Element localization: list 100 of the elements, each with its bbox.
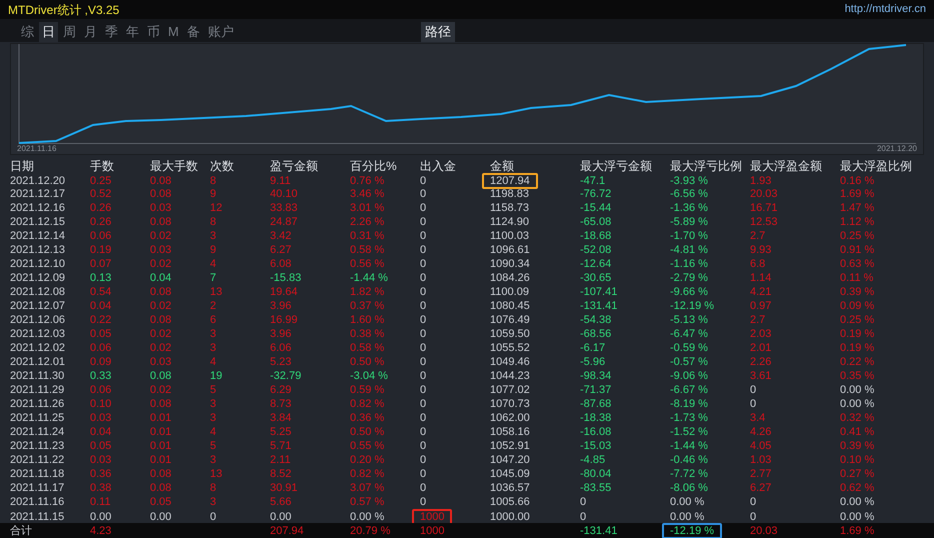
table-cell: 0.01 [150,454,172,466]
table-cell: 9 [210,244,216,256]
table-cell: 0 [420,230,426,242]
table-cell: 0 [420,216,426,228]
table-cell: 0.25 % [840,314,874,326]
table-cell: 0 [420,356,426,368]
table-cell: 2021.12.20 [10,175,66,187]
column-header: 盈亏金额 [270,160,319,172]
table-cell: 0.09 [90,356,112,368]
table-cell: 2021.11.30 [10,370,64,382]
table-cell: 0.38 % [350,328,384,340]
table-cell: 0.02 [150,328,172,340]
table-cell: 3.07 % [350,482,384,494]
table-cell: -98.34 [580,370,612,382]
table-cell: 2.01 [750,342,772,354]
table-cell: 1.69 % [840,188,874,200]
table-cell: 0.36 [90,468,112,480]
table-cell: 0.59 % [350,384,384,396]
table-cell: 1096.61 [490,244,530,256]
table-cell: 0.50 % [350,356,384,368]
table-cell: 0.58 % [350,342,384,354]
period-tab[interactable]: 月 [81,22,100,42]
table-cell: 0.20 % [350,454,384,466]
table-cell: 0.00 % [840,511,874,523]
table-cell: 2021.12.01 [10,356,66,368]
table-cell: -131.41 [580,300,618,312]
table-cell: 0.19 [90,244,112,256]
period-tab[interactable]: 年 [123,22,142,42]
table-cell: -68.56 [580,328,612,340]
table-cell: 4.05 [750,440,772,452]
table-cell: -1.16 % [670,258,708,270]
period-tab[interactable]: 综 [18,22,37,42]
table-cell: 2021.12.10 [10,258,66,270]
table-cell: -2.79 % [670,272,708,284]
table-cell: 0.01 [150,440,172,452]
table-cell: -6.17 [580,342,606,354]
table-cell: -5.96 [580,356,606,368]
table-cell: 0.32 % [840,412,874,424]
table-cell: -12.19 % [662,523,722,538]
period-tab[interactable]: 备 [184,22,203,42]
table-cell: 1.82 % [350,286,384,298]
table-cell: -8.06 % [670,482,708,494]
table-cell: 0.11 [90,496,111,508]
table-cell: 2.26 % [350,216,384,228]
table-cell: 8 [210,482,216,494]
column-header: 百分比% [350,160,398,172]
table-cell: 0.04 [90,426,112,438]
table-cell: 0.82 % [350,398,384,410]
period-tab[interactable]: 日 [39,22,58,42]
table-cell: 0.22 [90,314,112,326]
period-tab[interactable]: 季 [102,22,121,42]
table-cell: 2021.12.13 [10,244,66,256]
table-cell: -47.1 [580,175,606,187]
table-cell: 0.11 % [840,272,874,284]
view-tab[interactable]: 路径 [420,22,455,42]
table-cell: 0.50 % [350,426,384,438]
table-cell: 2.11 [270,454,291,466]
table-cell: -15.83 [270,272,302,284]
period-tab[interactable]: 币 [144,22,163,42]
table-cell: 5.71 [270,440,292,452]
table-cell: 3 [210,412,216,424]
column-header: 手数 [90,160,115,172]
table-cell: 20.03 [750,525,778,537]
table-cell: -15.44 [580,202,612,214]
table-cell: 0.57 % [350,496,384,508]
table-cell: 0.33 [90,370,112,382]
table-cell: -16.08 [580,426,612,438]
table-cell: 3.42 [270,230,292,242]
website-link[interactable]: http://mtdriver.cn [844,1,926,18]
table-cell: 0.08 [150,216,172,228]
table-cell: 0.25 % [840,230,874,242]
table-cell: -107.41 [580,286,618,298]
table-cell: 0.38 [90,482,112,494]
period-tab[interactable]: M [165,22,182,42]
table-cell: 0.97 [750,300,772,312]
table-cell: 0.63 % [840,258,874,270]
window-title: MTDriver统计 ,V3.25 [8,2,120,19]
axis-start-label: 2021.11.16 [17,144,56,154]
table-cell: 0.76 % [350,175,384,187]
table-cell: 19 [210,370,222,382]
table-cell: 0.52 [90,188,112,200]
table-cell: 0.91 % [840,244,874,256]
table-cell: 24.87 [270,216,298,228]
period-tab[interactable]: 周 [60,22,79,42]
table-cell: 1076.49 [490,314,530,326]
table-cell: 0.02 [150,230,172,242]
table-cell: 0.19 % [840,342,874,354]
table-cell: 2021.12.03 [10,328,66,340]
table-cell: 3 [210,328,216,340]
table-cell: 2.7 [750,314,766,326]
table-cell: 0 [420,412,426,424]
table-cell: 0.10 [90,398,112,410]
table-cell: -1.70 % [670,230,708,242]
table-cell: 3 [210,342,216,354]
table-cell: -12.19 % [670,300,714,312]
column-header: 日期 [10,160,35,172]
table-cell: 0.31 % [350,230,384,242]
table-cell: 0.01 [150,412,172,424]
table-cell: 0 [750,398,756,410]
period-tab[interactable]: 账户 [204,22,237,42]
